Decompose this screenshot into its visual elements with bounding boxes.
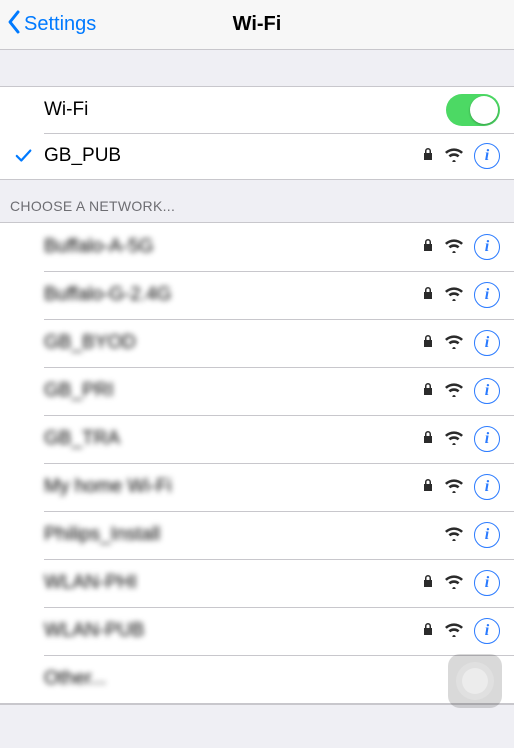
wifi-icon — [444, 333, 464, 354]
connected-network-row[interactable]: GB_PUB i — [0, 133, 514, 179]
wifi-toggle[interactable] — [446, 94, 500, 126]
back-label: Settings — [24, 13, 96, 36]
chevron-left-icon — [6, 8, 22, 42]
check-icon — [12, 147, 36, 165]
info-button[interactable]: i — [474, 143, 500, 169]
wifi-icon — [444, 146, 464, 167]
info-icon: i — [485, 383, 489, 399]
info-icon: i — [485, 239, 489, 255]
info-button[interactable]: i — [474, 474, 500, 500]
other-label: Other... — [44, 668, 500, 690]
network-row[interactable]: My home Wi-Fi i — [0, 463, 514, 511]
assistive-touch-icon — [462, 668, 488, 694]
wifi-toggle-label: Wi-Fi — [44, 99, 446, 121]
wifi-icon — [444, 285, 464, 306]
network-row[interactable]: Buffalo-A-5G i — [0, 223, 514, 271]
network-row[interactable]: WLAN-PHI i — [0, 559, 514, 607]
lock-icon — [422, 285, 434, 306]
lock-icon — [422, 146, 434, 167]
connected-network-name: GB_PUB — [44, 145, 422, 167]
wifi-group: Wi-Fi GB_PUB i — [0, 86, 514, 180]
network-name: My home Wi-Fi — [44, 476, 422, 498]
info-button[interactable]: i — [474, 522, 500, 548]
wifi-icon — [444, 477, 464, 498]
lock-icon — [422, 477, 434, 498]
info-icon: i — [485, 479, 489, 495]
network-row[interactable]: GB_TRA i — [0, 415, 514, 463]
network-name: GB_TRA — [44, 428, 422, 450]
lock-icon — [422, 237, 434, 258]
info-icon: i — [485, 623, 489, 639]
lock-icon — [422, 381, 434, 402]
network-name: GB_BYOD — [44, 332, 422, 354]
wifi-toggle-row: Wi-Fi — [0, 87, 514, 133]
page-title: Wi-Fi — [233, 13, 282, 36]
network-row[interactable]: GB_BYOD i — [0, 319, 514, 367]
network-row[interactable]: Buffalo-G-2.4G i — [0, 271, 514, 319]
wifi-icon — [444, 525, 464, 546]
info-icon: i — [485, 527, 489, 543]
info-button[interactable]: i — [474, 570, 500, 596]
bottom-spacer — [0, 704, 514, 744]
network-name: GB_PRI — [44, 380, 422, 402]
info-button[interactable]: i — [474, 618, 500, 644]
spacer — [0, 50, 514, 86]
wifi-icon — [444, 237, 464, 258]
network-row[interactable]: GB_PRI i — [0, 367, 514, 415]
lock-icon — [422, 573, 434, 594]
info-icon: i — [485, 148, 489, 164]
lock-icon — [422, 333, 434, 354]
assistive-touch-button[interactable] — [448, 654, 502, 708]
wifi-icon — [444, 429, 464, 450]
network-name: Buffalo-A-5G — [44, 236, 422, 258]
networks-group: Buffalo-A-5GiBuffalo-G-2.4GiGB_BYODiGB_P… — [0, 222, 514, 704]
other-network-row[interactable]: Other... — [0, 655, 514, 703]
network-name: Philips_Install — [44, 524, 444, 546]
info-button[interactable]: i — [474, 330, 500, 356]
lock-icon — [422, 429, 434, 450]
network-name: WLAN-PHI — [44, 572, 422, 594]
choose-network-header: Choose a Network... — [0, 180, 514, 222]
info-icon: i — [485, 575, 489, 591]
info-icon: i — [485, 431, 489, 447]
wifi-icon — [444, 573, 464, 594]
back-button[interactable]: Settings — [6, 8, 96, 42]
info-icon: i — [485, 287, 489, 303]
info-icon: i — [485, 335, 489, 351]
info-button[interactable]: i — [474, 426, 500, 452]
network-name: WLAN-PUB — [44, 620, 422, 642]
lock-icon — [422, 621, 434, 642]
network-name: Buffalo-G-2.4G — [44, 284, 422, 306]
info-button[interactable]: i — [474, 234, 500, 260]
wifi-icon — [444, 381, 464, 402]
navbar: Settings Wi-Fi — [0, 0, 514, 50]
network-row[interactable]: Philips_Install i — [0, 511, 514, 559]
info-button[interactable]: i — [474, 282, 500, 308]
wifi-icon — [444, 621, 464, 642]
info-button[interactable]: i — [474, 378, 500, 404]
network-row[interactable]: WLAN-PUB i — [0, 607, 514, 655]
